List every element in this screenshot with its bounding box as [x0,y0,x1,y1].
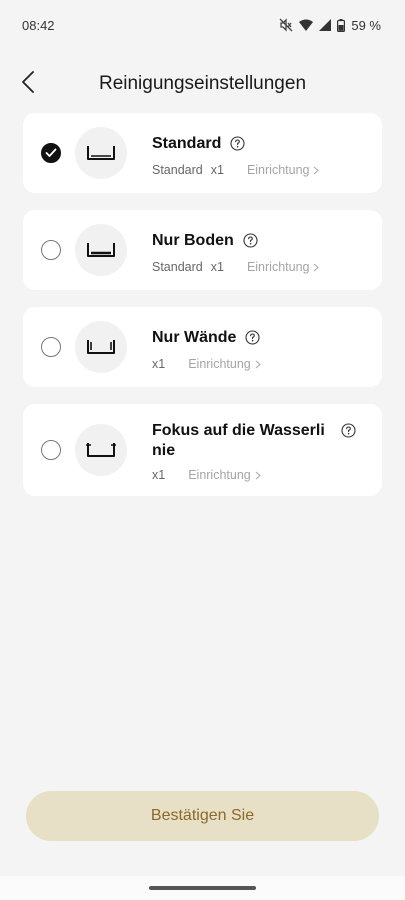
status-icons: 59 % [279,18,381,33]
cleaning-mode-list: Standard Standard x1 Einrichtung Nur Bod… [23,113,382,513]
cycle-count: x1 [210,163,224,177]
chevron-right-icon [255,360,261,368]
check-icon [45,148,57,157]
mode-title: Standard [152,135,222,152]
chevron-left-icon [21,70,35,99]
cycle-count: x1 [152,357,166,371]
mode-title: Nur Wände [152,329,237,346]
status-time: 08:42 [22,17,55,33]
mode-title: Nur Boden [152,232,234,249]
mode-radio-waterline[interactable] [41,440,61,460]
pool-floor-wall-icon [75,127,127,179]
chevron-right-icon [314,263,320,271]
confirm-button[interactable]: Bestätigen Sie [26,791,379,841]
mode-radio-standard[interactable] [41,143,61,163]
mode-info: Nur Wände x1 Einrichtung [152,307,357,371]
pool-walls-icon [75,321,127,373]
navigation-bar [0,876,405,900]
help-icon[interactable] [230,136,245,156]
mode-meta: x1 Einrichtung [152,357,357,371]
mute-icon [279,18,293,32]
mode-radio-walls-only[interactable] [41,337,61,357]
mode-radio-floor-only[interactable] [41,240,61,260]
setup-link-label: Einrichtung [188,357,251,371]
setup-link[interactable]: Einrichtung [247,163,320,177]
mode-card-standard[interactable]: Standard Standard x1 Einrichtung [23,113,382,193]
battery-icon [337,18,346,32]
mode-meta: Standard x1 Einrichtung [152,163,357,177]
mode-card-waterline[interactable]: Fokus auf die Wasserlinie x1 Einrichtung [23,404,382,496]
mode-title: Fokus auf die Wasserlinie [152,422,325,459]
cycle-count: x1 [152,468,166,482]
mode-card-floor-only[interactable]: Nur Boden Standard x1 Einrichtung [23,210,382,290]
signal-icon [319,19,332,31]
mode-card-walls-only[interactable]: Nur Wände x1 Einrichtung [23,307,382,387]
wifi-icon [299,19,314,31]
mode-meta: Standard x1 Einrichtung [152,260,357,274]
pool-floor-icon [75,224,127,276]
setup-link-label: Einrichtung [246,260,310,274]
page-title: Reinigungseinstellungen [98,73,307,94]
cycle-count: x1 [210,260,224,274]
pool-waterline-icon [75,424,127,476]
suction-level: Standard [152,163,203,177]
status-bar: 08:42 59 % [0,0,405,50]
setup-link-label: Einrichtung [246,163,310,177]
chevron-right-icon [314,166,320,174]
battery-percentage: 59 % [351,17,381,33]
mode-info: Standard Standard x1 Einrichtung [152,113,357,177]
mode-info: Fokus auf die Wasserlinie x1 Einrichtung [152,404,357,482]
setup-link[interactable]: Einrichtung [188,357,261,371]
home-indicator[interactable] [149,886,256,890]
setup-link[interactable]: Einrichtung [188,468,261,482]
setup-link-label: Einrichtung [188,468,251,482]
back-button[interactable] [12,68,44,100]
mode-meta: x1 Einrichtung [152,468,357,482]
setup-link[interactable]: Einrichtung [247,260,320,274]
help-icon[interactable] [245,330,261,350]
chevron-right-icon [255,471,261,479]
header: Reinigungseinstellungen [0,62,405,106]
help-icon[interactable] [341,423,356,443]
suction-level: Standard [152,260,203,274]
mode-info: Nur Boden Standard x1 Einrichtung [152,210,357,274]
help-icon[interactable] [243,233,258,253]
